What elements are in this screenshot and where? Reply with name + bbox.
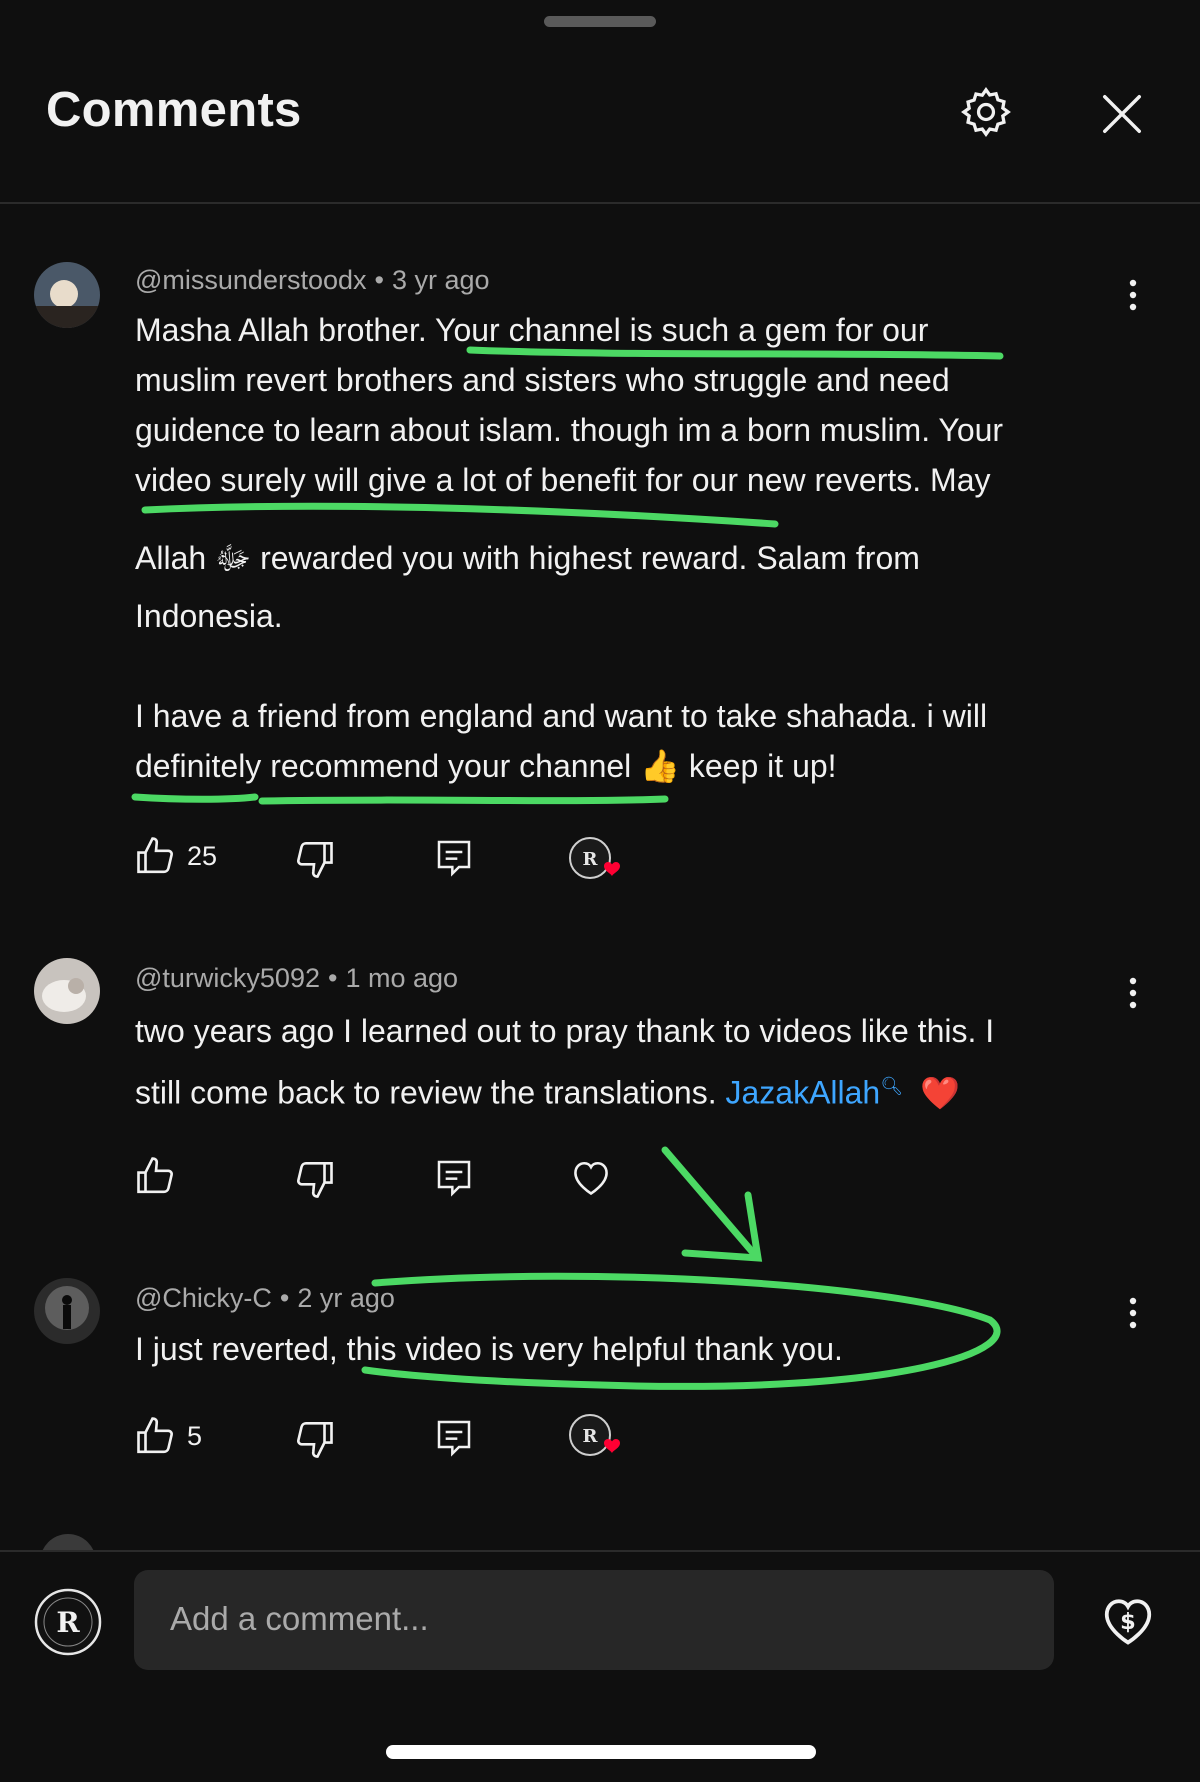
reply-icon [437,1420,471,1457]
comment-author[interactable]: @missunderstoodx [135,265,367,295]
dislike-button[interactable] [293,838,335,880]
heart-icon [574,1161,608,1196]
like-button[interactable] [135,1155,187,1197]
comment-meta: @turwicky5092 • 1 mo ago [135,963,459,993]
comment-line: still come back to review the translatio… [135,1074,717,1111]
drag-handle[interactable] [544,16,656,27]
like-count: 5 [187,1420,203,1451]
reply-icon [437,1160,471,1197]
search-icon: 🔍︎ [880,1076,904,1096]
composer-divider [0,1550,1200,1552]
comment-line: I just reverted, this video is very help… [135,1331,843,1367]
svg-text:R: R [56,1606,80,1639]
thumb-up-icon [137,1417,173,1454]
comment-author[interactable]: @turwicky5092 [135,963,320,993]
comment-time: 3 yr ago [391,265,490,295]
comment-time: 2 yr ago [297,1283,395,1313]
next-comment-peek [40,1534,96,1550]
comment-meta: @Chicky-C • 2 yr ago [135,1283,395,1313]
avatar[interactable]: R [34,1588,102,1656]
like-button[interactable]: 25 [135,835,217,877]
comment-meta: @missunderstoodx • 3 yr ago [135,265,490,295]
comment-line: guidence to learn about islam. though im… [135,412,1004,448]
avatar[interactable] [34,958,100,1024]
comment-line: video surely will give a lot of benefit … [135,462,991,498]
dislike-button[interactable] [293,1158,335,1200]
heart-icon: R [569,837,620,879]
comment-line: Masha Allah brother. Your channel is suc… [135,312,929,348]
reply-button[interactable] [434,836,474,878]
close-icon[interactable] [1090,82,1154,146]
thumb-up-icon [137,837,173,874]
header-divider [0,202,1200,204]
creator-heart: R [568,1413,620,1465]
heart-button[interactable] [568,1155,614,1199]
comment-line: muslim revert brothers and sisters who s… [135,362,950,398]
heart-icon: R [569,1414,620,1456]
comment-line: I have a friend from england and want to… [135,698,988,734]
svg-text:R: R [583,849,599,870]
comment-time: 1 mo ago [345,963,459,993]
comment-line: Allah ﷻ rewarded you with highest reward… [135,540,920,576]
hashtag-link[interactable]: JazakAllah [725,1075,880,1111]
comment-text: Masha Allah brother. Your channel is suc… [135,305,1135,791]
creator-heart: R [568,836,620,888]
comment-author[interactable]: @Chicky-C [135,1283,272,1313]
dislike-button[interactable] [293,1418,335,1460]
avatar[interactable] [34,1278,100,1344]
super-thanks-button[interactable]: $ [1096,1588,1160,1652]
thumb-down-icon [297,1161,333,1198]
gear-icon[interactable] [956,82,1016,142]
comment-text: two years ago I learned out to pray than… [135,1004,1135,1121]
super-thanks-icon: $ [1104,1599,1152,1645]
reply-icon [437,840,471,877]
reply-button[interactable] [434,1416,474,1458]
heart-emoji: ❤️ [919,1074,960,1111]
comment-line: definitely recommend your channel 👍 keep… [135,748,837,784]
comment-line: two years ago I learned out to pray than… [135,1013,995,1049]
home-indicator [386,1745,816,1759]
comment-line: Indonesia. [135,598,283,634]
comment-placeholder: Add a comment... [170,1600,429,1637]
thumb-down-icon [297,841,333,878]
thumb-up-icon [137,1157,173,1194]
thumb-down-icon [297,1421,333,1458]
like-button[interactable]: 5 [135,1415,202,1457]
svg-text:R: R [583,1426,599,1447]
reply-button[interactable] [434,1156,474,1198]
avatar[interactable] [34,262,100,328]
like-count: 25 [187,840,218,871]
page-title: Comments [46,83,302,137]
comment-text: I just reverted, this video is very help… [135,1324,1135,1374]
svg-text:$: $ [1120,1609,1136,1635]
